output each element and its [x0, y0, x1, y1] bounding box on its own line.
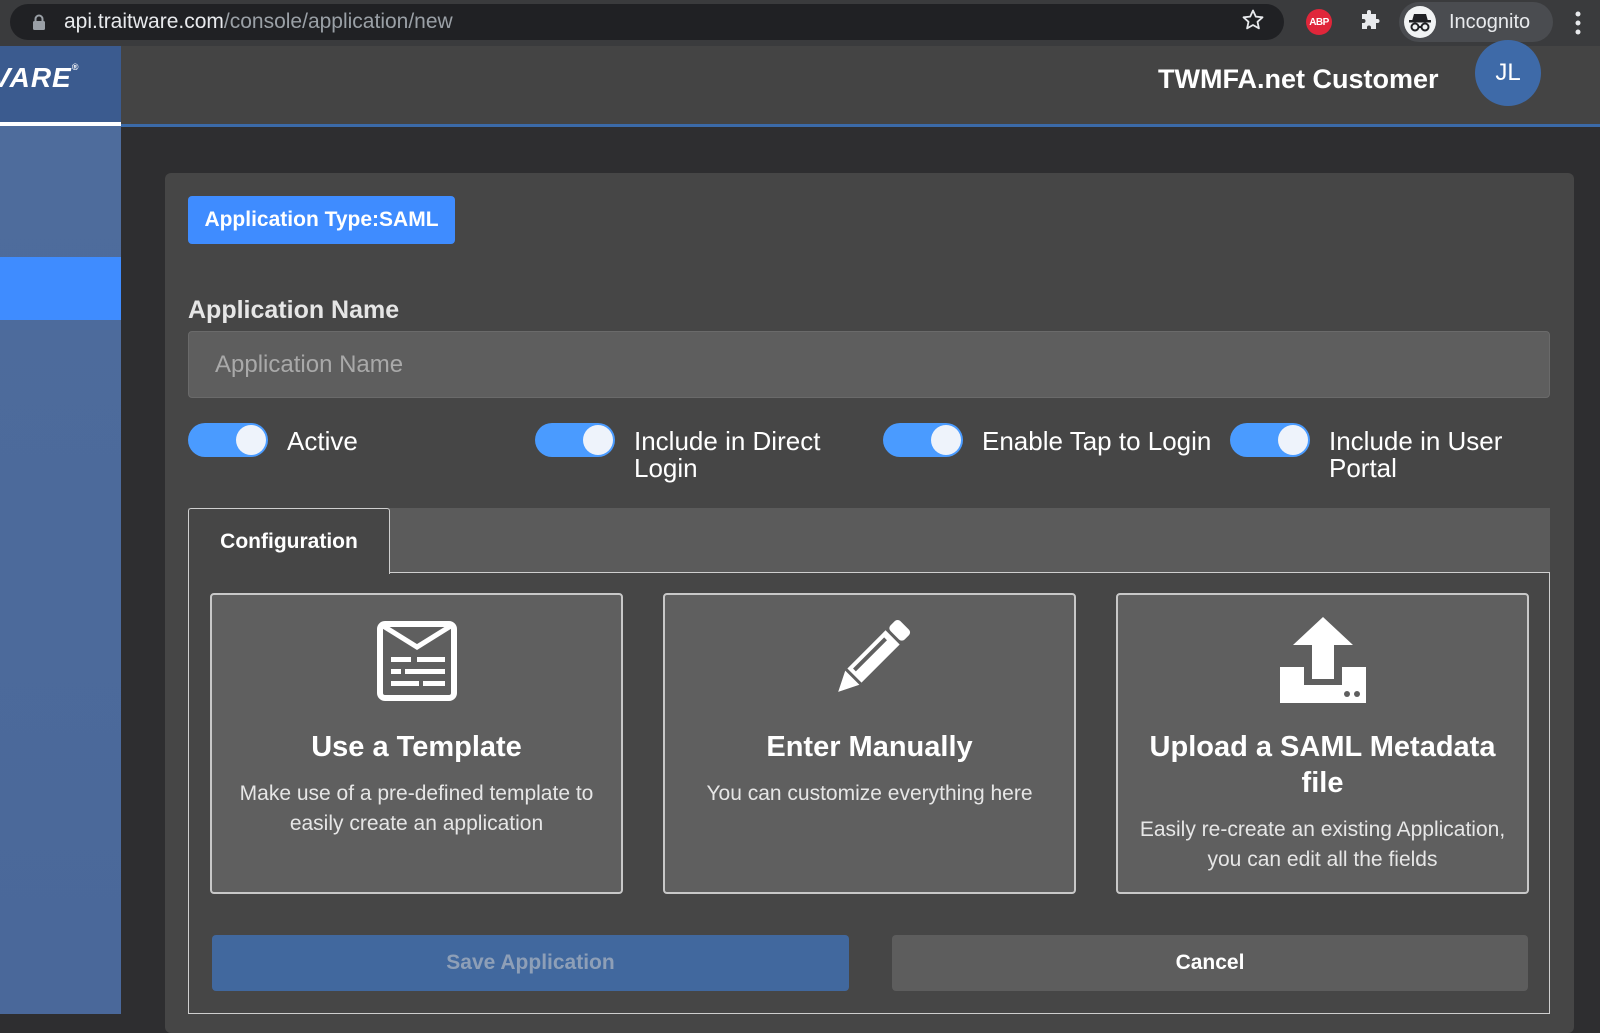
toggle-active: Active — [188, 423, 518, 483]
adblock-extension-icon[interactable]: ABP — [1306, 9, 1332, 35]
avatar-initials: JL — [1495, 59, 1521, 86]
cancel-button[interactable]: Cancel — [892, 935, 1528, 991]
abp-label: ABP — [1309, 16, 1329, 28]
toggle-label: Enable Tap to Login — [982, 426, 1212, 456]
organization-name: TWMFA.net Customer — [1158, 64, 1439, 94]
user-portal-toggle[interactable] — [1230, 423, 1310, 457]
use-template-option[interactable]: Use a Template Make use of a pre-defined… — [210, 593, 623, 894]
enter-manually-option[interactable]: Enter Manually You can customize everyth… — [663, 593, 1076, 894]
toggle-knob — [1278, 425, 1308, 455]
toggle-label: Include in Direct Login — [634, 426, 821, 483]
toggle-label: Include in User Portal — [1329, 426, 1503, 483]
toggle-tap-to-login: Enable Tap to Login — [883, 423, 1223, 483]
option-description: Easily re-create an existing Application… — [1139, 818, 1506, 871]
incognito-label: Incognito — [1449, 11, 1531, 33]
logo-wordmark: VARE — [0, 62, 72, 93]
active-toggle[interactable] — [188, 423, 268, 457]
browser-menu-icon[interactable] — [1574, 10, 1582, 36]
lock-icon — [33, 14, 45, 30]
tap-to-login-toggle[interactable] — [883, 423, 963, 457]
logo-registered-mark: ® — [71, 62, 80, 72]
browser-toolbar: api.traitware.com/console/application/ne… — [0, 0, 1600, 46]
logo-text: VARE® — [0, 62, 79, 94]
upload-icon — [1279, 617, 1366, 703]
header-divider — [121, 124, 1600, 127]
tab-strip — [188, 508, 1550, 572]
url-host: api.traitware.com — [64, 10, 224, 33]
logo[interactable]: VARE® — [0, 46, 121, 124]
direct-login-toggle[interactable] — [535, 423, 615, 457]
save-application-button[interactable]: Save Application — [212, 935, 849, 991]
option-title: Use a Template — [311, 731, 522, 763]
user-avatar[interactable]: JL — [1475, 40, 1541, 106]
extensions-puzzle-icon[interactable] — [1358, 9, 1382, 33]
template-icon — [376, 621, 457, 701]
application-type-badge: Application Type:SAML — [188, 196, 455, 244]
address-bar[interactable]: api.traitware.com/console/application/ne… — [10, 4, 1284, 40]
application-name-input[interactable] — [188, 331, 1550, 398]
toggle-direct-login: Include in Direct Login — [535, 423, 865, 483]
toggle-knob — [583, 425, 613, 455]
bookmark-star-icon[interactable] — [1241, 8, 1265, 32]
toggle-user-portal: Include in User Portal — [1230, 423, 1570, 483]
sidebar-item-active[interactable] — [0, 257, 121, 320]
toggle-knob — [236, 425, 266, 455]
incognito-icon — [1404, 6, 1436, 38]
tab-gap — [189, 571, 389, 574]
option-description: You can customize everything here — [706, 782, 1033, 805]
option-title: Enter Manually — [766, 731, 973, 763]
application-name-label: Application Name — [188, 296, 400, 324]
url-path: /console/application/new — [223, 10, 453, 33]
upload-saml-option[interactable]: Upload a SAML Metadata file Easily re-cr… — [1116, 593, 1529, 894]
incognito-indicator[interactable]: Incognito — [1399, 2, 1553, 42]
option-title: Upload a SAML Metadata file — [1149, 731, 1496, 799]
toggle-knob — [931, 425, 961, 455]
url-text: api.traitware.com/console/application/ne… — [64, 11, 453, 33]
option-description: Make use of a pre-defined template to ea… — [239, 782, 594, 835]
toggle-label: Active — [287, 426, 358, 456]
tab-configuration[interactable]: Configuration — [188, 508, 390, 574]
pencil-icon — [837, 619, 910, 692]
